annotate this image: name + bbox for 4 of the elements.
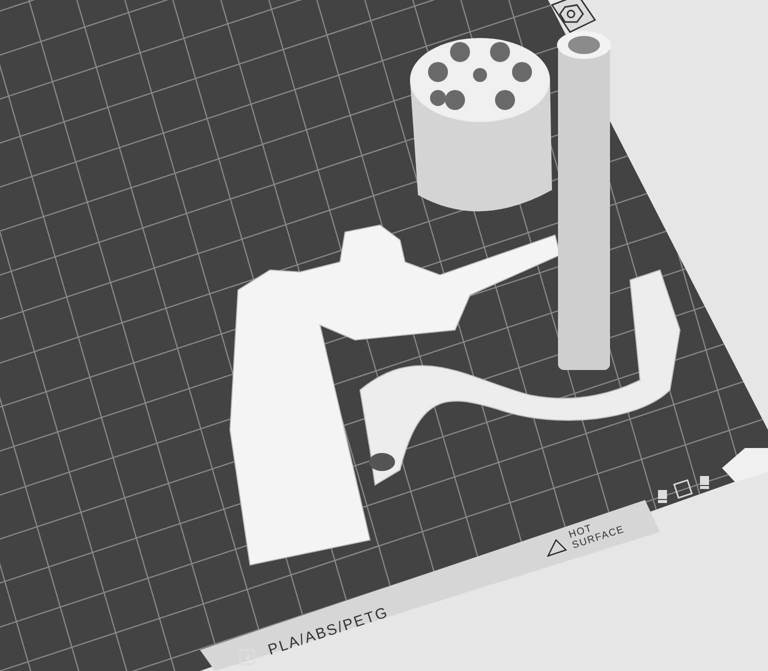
square-outline-icon — [673, 479, 693, 499]
plate-corner-tab — [722, 448, 768, 482]
warning-triangle-icon — [546, 538, 568, 558]
hex-nut-icon — [550, 0, 596, 33]
